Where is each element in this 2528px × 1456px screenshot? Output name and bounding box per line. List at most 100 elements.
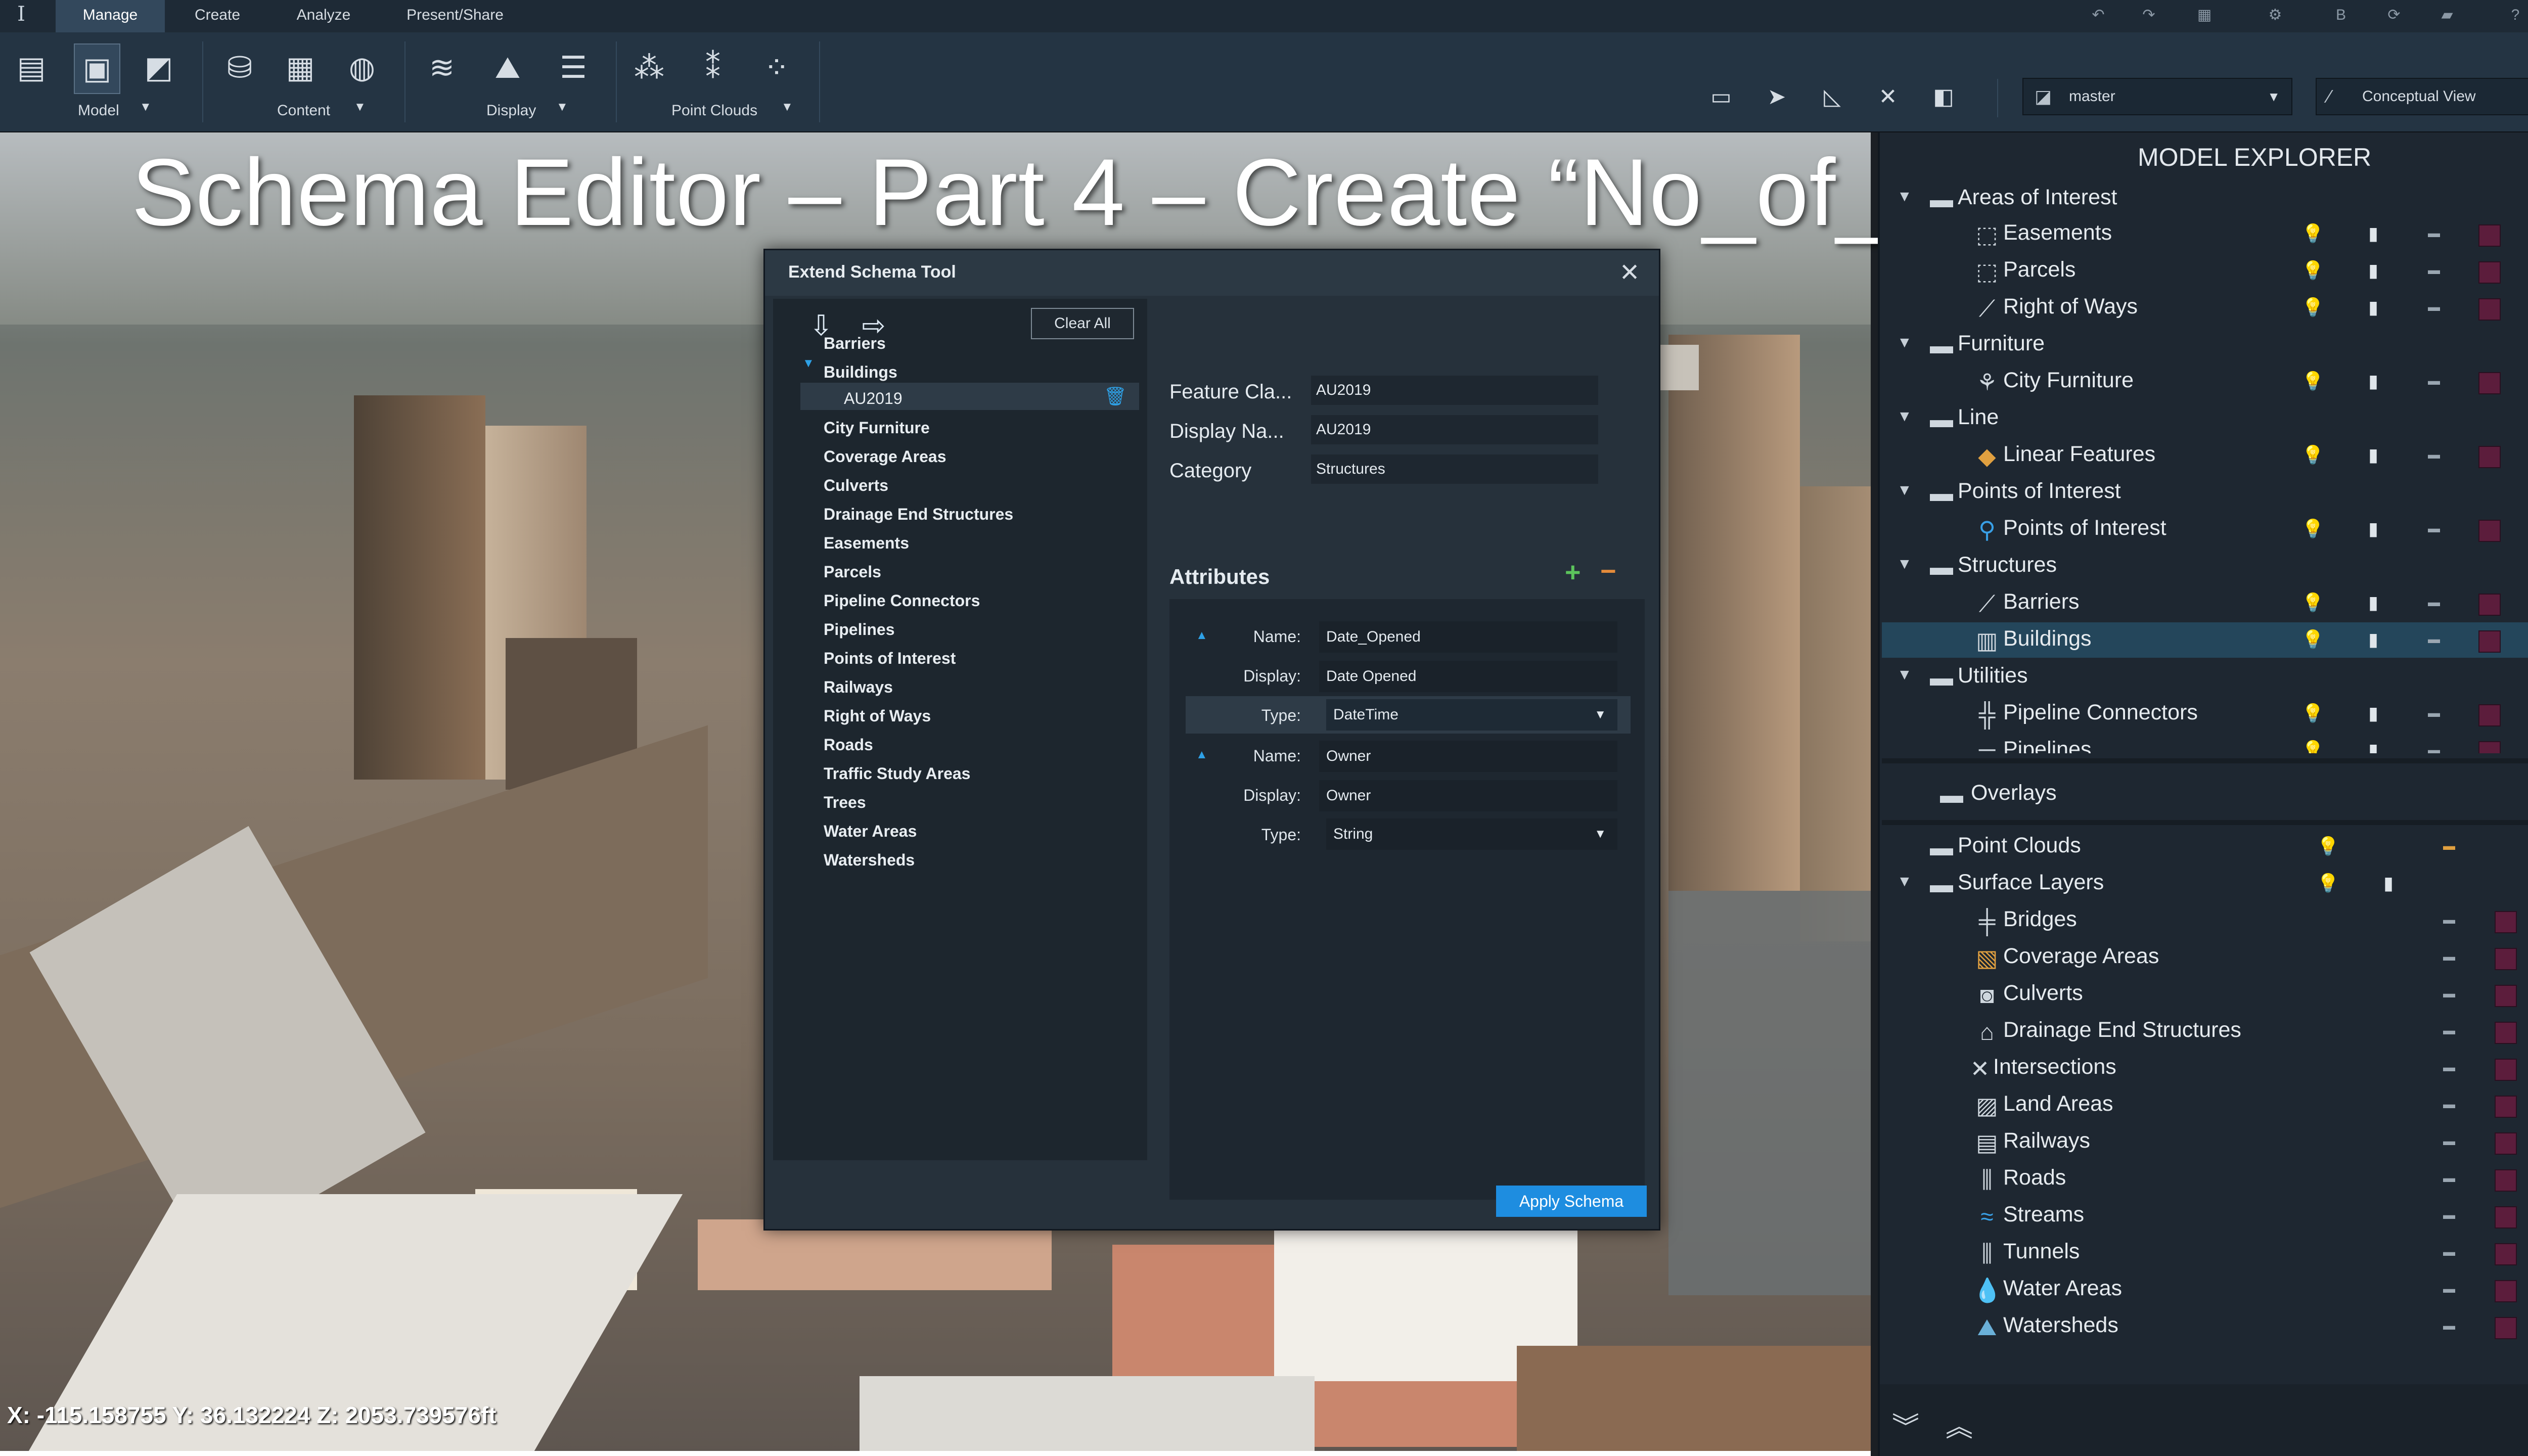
tree-row[interactable]: ▨ Land Areas ▬ ▼ [1882, 1087, 2528, 1123]
color-swatch[interactable] [2478, 261, 2501, 284]
color-swatch[interactable] [2495, 1022, 2517, 1044]
color-swatch[interactable] [2478, 704, 2501, 726]
color-swatch[interactable] [2478, 224, 2501, 247]
lock-icon[interactable]: ▬ [2438, 946, 2460, 968]
data-sources-icon[interactable]: ⛁ [217, 43, 262, 92]
tree-row[interactable]: ▧ Coverage Areas ▬ ▼ [1882, 940, 2528, 975]
color-swatch[interactable] [2495, 1132, 2517, 1155]
color-swatch[interactable] [2495, 911, 2517, 933]
color-swatch[interactable] [2478, 741, 2501, 753]
terrain-icon[interactable]: ⛰ [485, 43, 530, 92]
tree-row[interactable]: ▼ ▬ Line [1882, 401, 2528, 436]
properties-icon[interactable]: ▮ [2362, 444, 2384, 466]
class-item-city-furniture[interactable]: City Furniture [824, 419, 930, 437]
visibility-bulb-icon[interactable]: 💡 [2301, 739, 2324, 753]
lock-icon[interactable]: ▬ [2423, 702, 2445, 724]
layers-icon[interactable]: ≋ [420, 43, 464, 92]
globe-icon[interactable]: ◍ [340, 43, 384, 92]
color-swatch[interactable] [2495, 1169, 2517, 1192]
properties-icon[interactable]: ▮ [2362, 518, 2384, 540]
class-item-easements[interactable]: Easements [824, 534, 909, 553]
chat-icon[interactable]: ▰ [2437, 5, 2457, 25]
class-item-right-of-ways[interactable]: Right of Ways [824, 707, 931, 725]
tree-row[interactable]: ⚲ Points of Interest 💡 ▮ ▬ ▼ [1882, 512, 2528, 547]
color-swatch[interactable] [2478, 446, 2501, 468]
collapse-triangle-icon[interactable]: ▲ [1196, 748, 1208, 762]
tree-row[interactable]: ⛰ Watersheds ▬ ▼ [1882, 1309, 2528, 1344]
point-clouds-dropdown-icon[interactable]: ▼ [781, 100, 793, 114]
tree-row[interactable]: ▼ ▬ Structures [1882, 549, 2528, 584]
tree-row[interactable]: ⚘ City Furniture 💡 ▮ ▬ ▼ [1882, 364, 2528, 399]
lock-icon[interactable]: ▬ [2423, 296, 2445, 318]
class-item-pipelines[interactable]: Pipelines [824, 620, 895, 639]
class-item-roads[interactable]: Roads [824, 736, 873, 754]
table-icon[interactable]: ▦ [278, 43, 323, 92]
tree-row[interactable]: ≈ Streams ▬ ▼ [1882, 1198, 2528, 1234]
lock-icon[interactable]: ▬ [2423, 222, 2445, 245]
trash-icon[interactable]: 🗑 [1104, 386, 1127, 407]
model-edit-icon[interactable]: ◩ [137, 43, 181, 92]
lock-icon[interactable]: ▬ [2423, 370, 2445, 392]
collapse-triangle-icon[interactable]: ▲ [1196, 628, 1208, 643]
undo-icon[interactable]: ↶ [2088, 5, 2108, 25]
lock-icon[interactable]: ▬ [2438, 1315, 2460, 1337]
visibility-bulb-icon[interactable]: 💡 [2301, 444, 2324, 466]
lock-icon[interactable]: ▬ [2423, 592, 2445, 614]
point-cloud-icon[interactable]: ⁂ [627, 43, 671, 92]
color-swatch[interactable] [2478, 298, 2501, 321]
tab-present-share[interactable]: Present/Share [394, 0, 516, 32]
lock-icon[interactable]: ▬ [2423, 739, 2445, 753]
content-dropdown-icon[interactable]: ▼ [354, 100, 366, 114]
lock-icon[interactable]: ▬ [2423, 259, 2445, 282]
visibility-bulb-icon[interactable]: 💡 [2317, 835, 2339, 857]
lock-icon[interactable]: ▬ [2423, 628, 2445, 651]
tree-row[interactable]: ◙ Culverts ▬ ▼ [1882, 977, 2528, 1012]
class-item-drainage-end-structures[interactable]: Drainage End Structures [824, 505, 1013, 524]
lock-icon[interactable]: ▬ [2438, 909, 2460, 931]
tree-row[interactable]: ⫼ Roads ▬ ▼ [1882, 1161, 2528, 1197]
tree-row[interactable]: ▼ ▬ Furniture [1882, 327, 2528, 362]
tree-row[interactable]: ╬ Pipeline Connectors 💡 ▮ ▬ ▼ [1882, 696, 2528, 732]
display-dropdown-icon[interactable]: ▼ [556, 100, 568, 114]
chevron-down-icon[interactable]: ▼ [1897, 188, 1912, 205]
tree-row[interactable]: ▼ ▬ Areas of Interest [1882, 181, 2528, 216]
point-clouds-row[interactable]: ▬ Point Clouds 💡 ▬ [1882, 829, 2528, 864]
color-swatch[interactable] [2495, 985, 2517, 1007]
color-swatch[interactable] [2495, 1096, 2517, 1118]
visibility-bulb-icon[interactable]: 💡 [2301, 518, 2324, 540]
properties-icon[interactable]: ▮ [2362, 702, 2384, 724]
view-select[interactable]: ⁄ Conceptual View ▼ [2316, 78, 2528, 115]
class-item-coverage-areas[interactable]: Coverage Areas [824, 447, 946, 466]
list-icon[interactable]: ☰ [551, 43, 596, 92]
brand-b-icon[interactable]: B [2331, 5, 2351, 25]
color-swatch[interactable] [2478, 594, 2501, 616]
chevron-down-icon[interactable]: ▼ [1897, 873, 1912, 890]
expand-triangle-icon[interactable]: ▼ [802, 356, 815, 371]
surface-layers-row[interactable]: ▼ ▬ Surface Layers 💡 ▮ [1882, 866, 2528, 901]
sync-icon[interactable]: ⟳ [2384, 5, 2404, 25]
tree-row[interactable]: ⌂ Drainage End Structures ▬ ▼ [1882, 1014, 2528, 1049]
clear-all-button[interactable]: Clear All [1031, 308, 1134, 339]
measure-icon[interactable]: ◺ [1810, 82, 1855, 112]
tree-row-buildings-selected[interactable]: ▥ Buildings 💡 ▮ ▬ ▼ [1882, 622, 2528, 658]
tree-row[interactable]: ✕ Intersections ▬ ▼ [1882, 1051, 2528, 1086]
model-explorer-icon[interactable]: ▣ [74, 43, 120, 94]
model-properties-icon[interactable]: ▤ [9, 43, 54, 92]
tab-manage[interactable]: Manage [56, 0, 165, 32]
color-swatch[interactable] [2478, 372, 2501, 394]
visibility-bulb-icon[interactable]: 💡 [2301, 296, 2324, 318]
color-swatch[interactable] [2478, 630, 2501, 653]
class-item-railways[interactable]: Railways [824, 678, 893, 697]
point-cloud-filter-icon[interactable]: ⁘ [754, 43, 799, 92]
lock-icon[interactable]: ▬ [2438, 835, 2460, 857]
settings-icon[interactable]: ⚙ [2265, 5, 2285, 25]
close-icon[interactable]: × [1613, 255, 1646, 288]
model-dropdown-icon[interactable]: ▼ [140, 100, 152, 114]
layout-icon[interactable]: ▦ [2194, 5, 2215, 25]
properties-icon[interactable]: ▮ [2362, 222, 2384, 245]
visibility-bulb-icon[interactable]: 💡 [2301, 222, 2324, 245]
attr-name-input[interactable]: Date_Opened [1319, 621, 1617, 653]
tab-create[interactable]: Create [182, 0, 253, 32]
class-item-water-areas[interactable]: Water Areas [824, 822, 917, 841]
class-item-traffic-study-areas[interactable]: Traffic Study Areas [824, 764, 970, 783]
